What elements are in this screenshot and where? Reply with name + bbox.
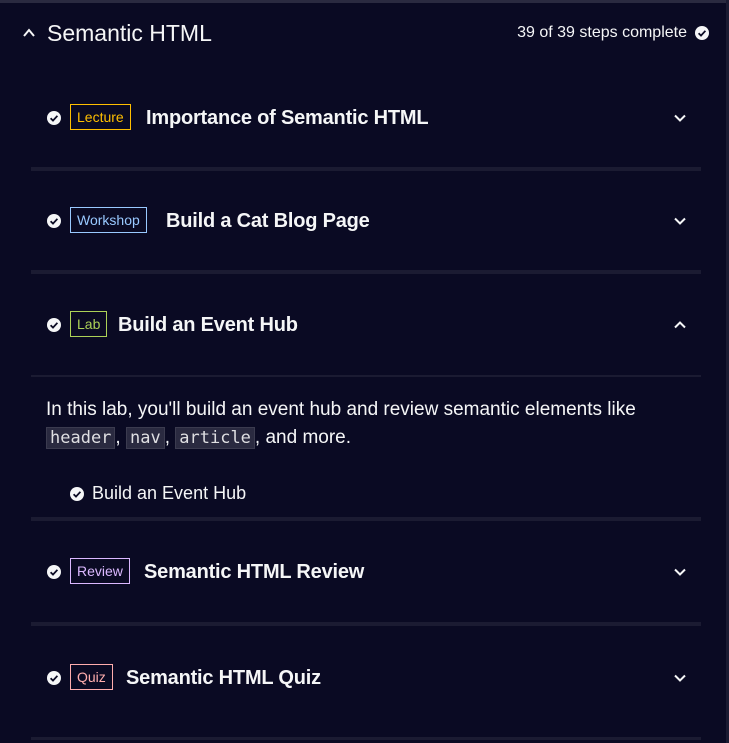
- check-circle-icon: [70, 486, 84, 501]
- progress-text: 39 of 39 steps complete: [517, 24, 687, 41]
- row-workshop[interactable]: Workshop Build a Cat Blog Page: [31, 171, 701, 271]
- row-title: Importance of Semantic HTML: [146, 107, 429, 129]
- chevron-down-icon[interactable]: [673, 565, 687, 579]
- desc-separator: ,: [164, 427, 176, 448]
- chevron-down-icon[interactable]: [673, 214, 687, 228]
- row-lecture-header[interactable]: Lecture Importance of Semantic HTML: [31, 68, 701, 168]
- row-title: Build an Event Hub: [118, 314, 298, 336]
- desc-text: , and more.: [254, 427, 352, 448]
- block-header-semantic-html[interactable]: Semantic HTML 39 of 39 steps complete: [0, 3, 729, 63]
- curriculum-panel: Semantic HTML 39 of 39 steps complete Le…: [0, 0, 729, 743]
- code-header: header: [46, 427, 116, 449]
- block-title: Semantic HTML: [47, 20, 212, 46]
- check-circle-icon: [47, 111, 61, 125]
- check-circle-icon: [47, 671, 61, 685]
- row-lab-header[interactable]: Lab Build an Event Hub: [31, 274, 701, 376]
- lab-description: In this lab, you'll build an event hub a…: [46, 396, 706, 452]
- code-article: article: [175, 427, 255, 449]
- step-build-event-hub[interactable]: Build an Event Hub: [70, 483, 246, 504]
- row-review-header[interactable]: Review Semantic HTML Review: [31, 521, 701, 623]
- tag-review: Review: [70, 558, 130, 584]
- row-quiz-header[interactable]: Quiz Semantic HTML Quiz: [31, 626, 701, 730]
- chevron-down-icon[interactable]: [673, 671, 687, 685]
- tag-quiz: Quiz: [70, 664, 113, 690]
- row-workshop-header[interactable]: Workshop Build a Cat Blog Page: [31, 171, 701, 271]
- row-title: Semantic HTML Review: [144, 561, 365, 583]
- block-progress: 39 of 39 steps complete: [517, 24, 709, 42]
- row-lecture[interactable]: Lecture Importance of Semantic HTML: [31, 68, 701, 168]
- row-review[interactable]: Review Semantic HTML Review: [31, 521, 701, 623]
- row-divider: [31, 737, 701, 740]
- check-circle-icon: [47, 214, 61, 228]
- check-circle-icon: [47, 318, 61, 332]
- desc-text: In this lab, you'll build an event hub a…: [46, 399, 636, 420]
- tag-lecture: Lecture: [70, 104, 131, 130]
- step-label: Build an Event Hub: [92, 483, 247, 503]
- row-title: Build a Cat Blog Page: [166, 210, 370, 232]
- row-title: Semantic HTML Quiz: [126, 667, 321, 689]
- check-circle-icon: [47, 565, 61, 579]
- chevron-up-icon[interactable]: [673, 318, 687, 332]
- row-quiz[interactable]: Quiz Semantic HTML Quiz: [31, 626, 701, 730]
- chevron-up-icon: [23, 28, 35, 37]
- code-nav: nav: [125, 427, 165, 449]
- chevron-down-icon[interactable]: [673, 111, 687, 125]
- tag-workshop: Workshop: [70, 207, 147, 233]
- tag-lab: Lab: [70, 311, 108, 337]
- row-divider: [31, 375, 701, 377]
- desc-separator: ,: [115, 427, 126, 448]
- row-lab[interactable]: Lab Build an Event Hub: [31, 274, 701, 376]
- check-circle-icon: [695, 26, 709, 40]
